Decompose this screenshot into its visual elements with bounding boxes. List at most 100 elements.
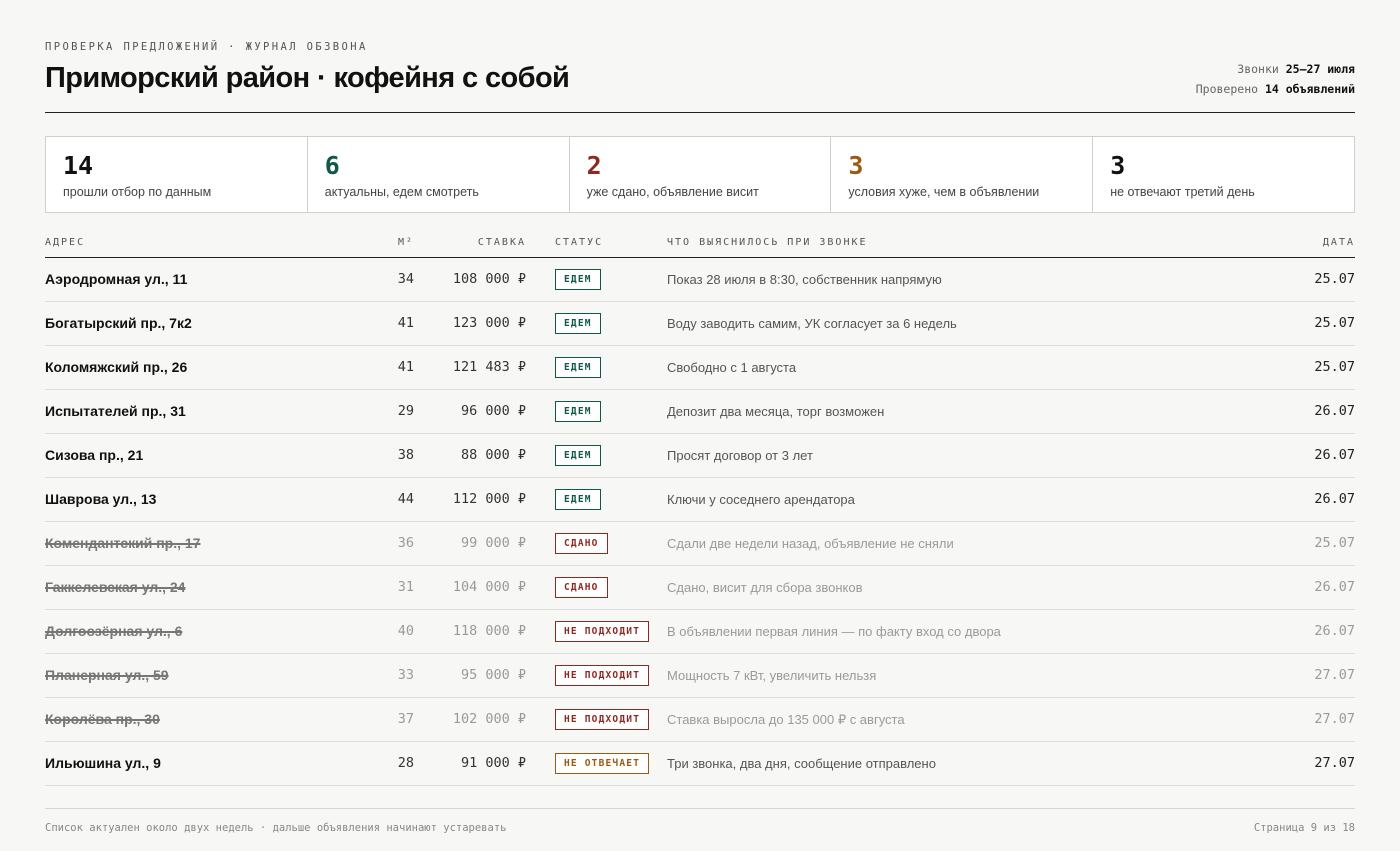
stat-actual: 6 актуальны, едем смотреть [306,137,569,212]
status-badge: ЕДЕМ [555,445,601,466]
area-cell: 28 [397,755,414,771]
summary-stats: 14 прошли отбор по данным 6 актуальны, е… [45,136,1355,213]
note-cell: Сдали две недели назад, объявление не сн… [667,536,954,551]
status-badge: ЕДЕМ [555,313,601,334]
rate-cell: 88 000 ₽ [460,447,526,463]
status-badge: НЕ ОТВЕЧАЕТ [555,753,650,774]
table-row: Шаврова ул., 13 44 112 000 ₽ ЕДЕМ Ключи … [45,478,1355,522]
table-row: Коломяжский пр., 26 41 121 483 ₽ ЕДЕМ Св… [45,346,1355,390]
stat-label: прошли отбор по данным [63,185,212,199]
date-cell: 26.07 [1314,579,1355,595]
calls-value: 25–27 июля [1285,62,1355,76]
date-cell: 26.07 [1314,491,1355,507]
area-cell: 40 [397,623,414,639]
stat-label: не отвечают третий день [1110,185,1255,199]
date-cell: 25.07 [1314,535,1355,551]
area-cell: 34 [397,271,414,287]
status-badge: НЕ ПОДХОДИТ [555,621,650,642]
address-cell: Испытателей пр., 31 [45,403,186,419]
stat-value: 2 [586,151,602,180]
date-cell: 27.07 [1314,755,1355,771]
footer-note: Список актуален около двух недель · даль… [45,822,507,834]
note-cell: Мощность 7 кВт, увеличить нельзя [667,668,877,683]
table-header: АДРЕС М² СТАВКА СТАТУС ЧТО ВЫЯСНИЛОСЬ ПР… [45,237,1355,258]
rate-cell: 102 000 ₽ [452,711,526,727]
page-title: Приморский район · кофейня с собой [45,62,570,94]
call-log-page: ПРОВЕРКА ПРЕДЛОЖЕНИЙ · ЖУРНАЛ ОБЗВОНА Пр… [45,0,1355,851]
note-cell: Ключи у соседнего арендатора [667,492,855,507]
table-row: Планерная ул., 59 33 95 000 ₽ НЕ ПОДХОДИ… [45,654,1355,698]
rate-cell: 123 000 ₽ [452,315,526,331]
address-cell: Гаккелевская ул., 24 [45,579,186,595]
area-cell: 37 [397,711,414,727]
table-row: Испытателей пр., 31 29 96 000 ₽ ЕДЕМ Деп… [45,390,1355,434]
table-row: Гаккелевская ул., 24 31 104 000 ₽ СДАНО … [45,566,1355,610]
rate-cell: 118 000 ₽ [452,623,526,639]
note-cell: В объявлении первая линия — по факту вхо… [667,624,1001,639]
address-cell: Ильюшина ул., 9 [45,755,161,771]
table-row: Долгоозёрная ул., 6 40 118 000 ₽ НЕ ПОДХ… [45,610,1355,654]
calls-label: Звонки [1237,62,1279,76]
checked-label: Проверено [1195,82,1259,96]
status-badge: ЕДЕМ [555,401,601,422]
column-header-status: СТАТУС [555,237,604,248]
header-divider [45,112,1355,113]
column-header-address: АДРЕС [45,237,86,248]
date-cell: 25.07 [1314,315,1355,331]
column-header-rate: СТАВКА [477,237,526,248]
stat-label: уже сдано, объявление висит [586,185,759,199]
date-cell: 26.07 [1314,403,1355,419]
status-cell: ЕДЕМ [555,434,601,477]
address-cell: Аэродромная ул., 11 [45,271,188,287]
note-cell: Воду заводить самим, УК согласует за 6 н… [667,316,957,331]
date-cell: 25.07 [1314,359,1355,375]
stat-value: 6 [324,151,340,180]
status-cell: НЕ ПОДХОДИТ [555,654,650,697]
status-badge: НЕ ПОДХОДИТ [555,665,650,686]
address-cell: Комендантский пр., 17 [45,535,201,551]
area-cell: 44 [397,491,414,507]
rate-cell: 112 000 ₽ [452,491,526,507]
address-cell: Королёва пр., 30 [45,711,160,727]
address-cell: Долгоозёрная ул., 6 [45,623,183,639]
status-badge: НЕ ПОДХОДИТ [555,709,650,730]
status-badge: СДАНО [555,577,608,598]
status-badge: ЕДЕМ [555,489,601,510]
rate-cell: 91 000 ₽ [460,755,526,771]
area-cell: 31 [397,579,414,595]
header-meta: Звонки 25–27 июля Проверено 14 объявлени… [1196,59,1355,99]
column-header-date: ДАТА [1322,237,1355,248]
rate-cell: 104 000 ₽ [452,579,526,595]
column-header-area: М² [397,237,414,248]
stat-no-answer: 3 не отвечают третий день [1092,137,1354,212]
table-row: Ильюшина ул., 9 28 91 000 ₽ НЕ ОТВЕЧАЕТ … [45,742,1355,786]
stat-value: 3 [1110,151,1126,180]
page-number: Страница 9 из 18 [1253,822,1355,834]
stat-worse: 3 условия хуже, чем в объявлении [830,137,1092,212]
address-cell: Сизова пр., 21 [45,447,144,463]
date-cell: 26.07 [1314,623,1355,639]
area-cell: 38 [397,447,414,463]
page-kicker: ПРОВЕРКА ПРЕДЛОЖЕНИЙ · ЖУРНАЛ ОБЗВОНА [45,41,368,53]
area-cell: 36 [397,535,414,551]
area-cell: 33 [397,667,414,683]
status-badge: СДАНО [555,533,608,554]
date-cell: 27.07 [1314,711,1355,727]
stat-label: актуальны, едем смотреть [324,185,479,199]
status-badge: ЕДЕМ [555,269,601,290]
area-cell: 29 [397,403,414,419]
status-cell: ЕДЕМ [555,478,601,521]
note-cell: Ставка выросла до 135 000 ₽ с августа [667,712,905,727]
note-cell: Свободно с 1 августа [667,360,797,375]
area-cell: 41 [397,359,414,375]
status-cell: ЕДЕМ [555,346,601,389]
address-cell: Шаврова ул., 13 [45,491,157,507]
address-cell: Богатырский пр., 7к2 [45,315,192,331]
date-cell: 25.07 [1314,271,1355,287]
note-cell: Три звонка, два дня, сообщение отправлен… [667,756,936,771]
date-cell: 27.07 [1314,667,1355,683]
checked-value: 14 объявлений [1264,82,1355,96]
table-row: Королёва пр., 30 37 102 000 ₽ НЕ ПОДХОДИ… [45,698,1355,742]
table-row: Сизова пр., 21 38 88 000 ₽ ЕДЕМ Просят д… [45,434,1355,478]
stat-passed: 14 прошли отбор по данным [46,137,307,212]
